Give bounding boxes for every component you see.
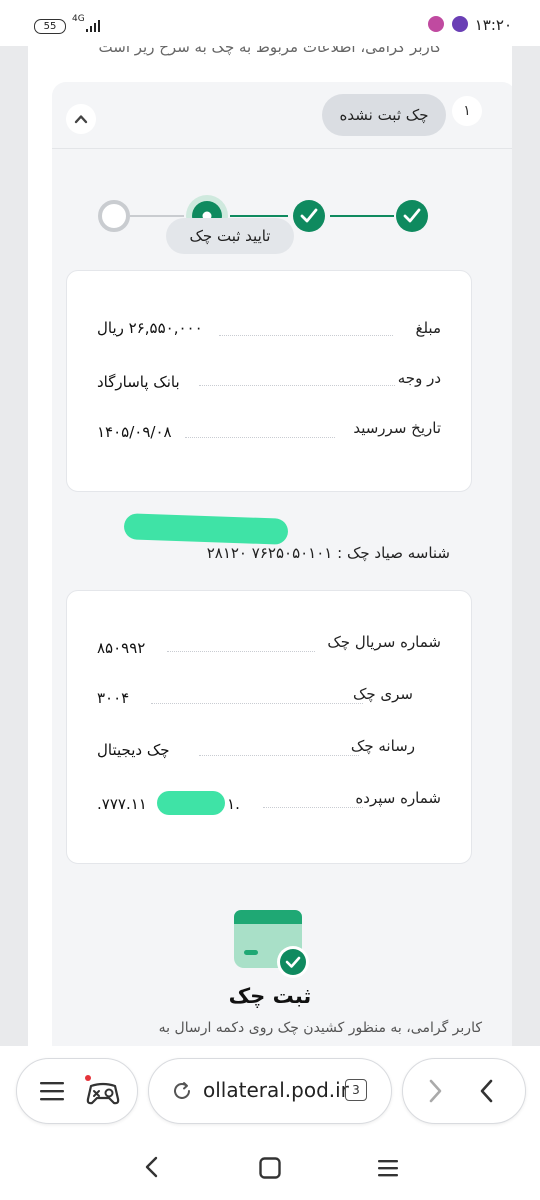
check-status-badge: چک ثبت نشده xyxy=(322,94,446,136)
intro-text: کاربر گرامی، اطلاعات مربوط به چک به شرح … xyxy=(98,46,442,56)
step-label: تایید ثبت چک xyxy=(166,218,294,254)
due-date-label: تاریخ سررسید xyxy=(353,419,441,437)
games-icon[interactable] xyxy=(83,1073,123,1109)
battery-indicator: 55 xyxy=(34,19,66,34)
url-text[interactable]: ollateral.pod.ir xyxy=(203,1078,349,1102)
dotted-leader xyxy=(219,335,393,336)
redaction-mark xyxy=(157,791,225,815)
serial-label: شماره سریال چک xyxy=(327,633,441,651)
sayad-id-value: ۷۶۲۵۰۵۰۱۰۱ ۲۸۱۲۰ xyxy=(206,544,333,562)
deposit-number-value-end: .۱ xyxy=(227,795,240,813)
system-recents-icon[interactable] xyxy=(376,1156,400,1180)
system-navigation-bar xyxy=(0,1134,540,1200)
step-done-check-icon xyxy=(396,200,428,232)
register-title: ثبت چک xyxy=(228,984,312,1008)
serial-value: ۸۵۰۹۹۲ xyxy=(97,639,146,657)
collapse-button[interactable] xyxy=(66,104,96,134)
amount-label: مبلغ xyxy=(415,319,441,337)
step-done-check-icon xyxy=(293,200,325,232)
divider xyxy=(52,148,512,149)
notification-app-icon xyxy=(452,16,468,32)
back-arrow-icon[interactable] xyxy=(477,1077,497,1105)
media-label: رسانه چک xyxy=(350,737,415,755)
sayad-id-label: شناسه صیاد چک : xyxy=(337,544,450,562)
media-value: چک دیجیتال xyxy=(97,741,170,759)
network-type: 4G xyxy=(72,14,85,24)
tab-count-button[interactable]: 3 xyxy=(345,1079,367,1101)
sayad-id: شناسه صیاد چک : ۷۶۲۵۰۵۰۱۰۱ ۲۸۱۲۰ xyxy=(207,544,450,562)
dotted-leader xyxy=(199,385,395,386)
chevron-up-icon xyxy=(74,115,88,124)
check-index: ۱ xyxy=(452,96,482,126)
amount-value: ۲۶,۵۵۰,۰۰۰ ریال xyxy=(97,319,203,337)
notification-app-icon xyxy=(428,16,444,32)
dotted-leader xyxy=(167,651,315,652)
address-bar[interactable]: ollateral.pod.ir 3 xyxy=(148,1058,392,1124)
status-bar: 55 4G ۱۳:۲۰ xyxy=(0,0,540,46)
check-summary-box: مبلغ ۲۶,۵۵۰,۰۰۰ ریال در وجه بانک پاسارگا… xyxy=(66,270,472,492)
system-back-icon[interactable] xyxy=(142,1154,162,1180)
browser-menu-group xyxy=(16,1058,138,1124)
history-nav-group xyxy=(402,1058,526,1124)
check-card: ۱ چک ثبت نشده تایید ثبت چک مبلغ ۲۶,۵۵۰,۰… xyxy=(52,82,512,1046)
page-content: کاربر گرامی، اطلاعات مربوط به چک به شرح … xyxy=(28,46,512,1046)
deposit-number-value-start: ۷۷۷.۱۱. xyxy=(97,795,147,813)
menu-icon[interactable] xyxy=(39,1079,65,1103)
series-label: سری چک xyxy=(352,685,413,703)
dotted-leader xyxy=(263,807,363,808)
payee-value: بانک پاسارگاد xyxy=(97,373,180,391)
register-description: کاربر گرامی، به منظور کشیدن چک روی دکمه … xyxy=(158,1020,482,1036)
redaction-mark xyxy=(123,513,289,545)
deposit-number-label: شماره سپرده xyxy=(355,789,441,807)
payee-label: در وجه xyxy=(397,369,441,387)
step-pending xyxy=(98,200,130,232)
system-home-icon[interactable] xyxy=(258,1156,282,1180)
browser-toolbar: ollateral.pod.ir 3 xyxy=(0,1046,540,1134)
dotted-leader xyxy=(199,755,359,756)
clock: ۱۳:۲۰ xyxy=(474,16,512,34)
due-date-value: ۱۴۰۵/۰۹/۰۸ xyxy=(97,423,172,441)
dotted-leader xyxy=(151,703,363,704)
reload-icon[interactable] xyxy=(171,1080,193,1102)
signal-icon xyxy=(86,20,100,32)
register-check-card-icon xyxy=(234,910,309,978)
dotted-leader xyxy=(185,437,335,438)
check-details-box: شماره سریال چک ۸۵۰۹۹۲ سری چک ۳۰۰۴ رسانه … xyxy=(66,590,472,864)
series-value: ۳۰۰۴ xyxy=(97,689,130,707)
chevron-right-icon[interactable] xyxy=(425,1077,445,1105)
